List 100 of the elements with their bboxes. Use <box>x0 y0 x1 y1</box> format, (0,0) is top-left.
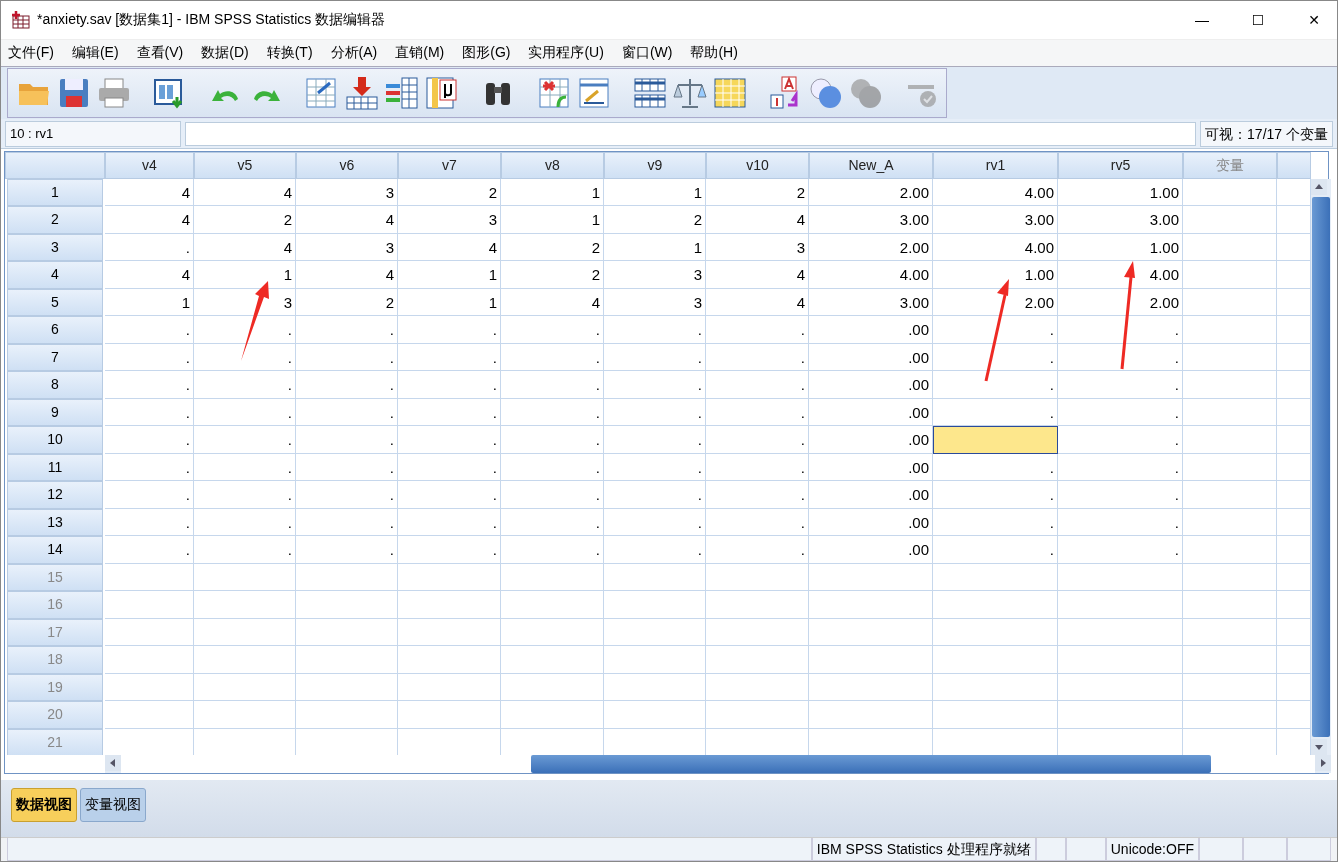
table-cell: . <box>105 426 194 454</box>
table-cell: . <box>1058 316 1183 344</box>
table-cell: . <box>296 426 398 454</box>
row-header[interactable]: 2 <box>7 206 103 234</box>
table-cell: . <box>1058 536 1183 564</box>
cell-value-field[interactable] <box>185 121 1197 146</box>
row-header[interactable]: 11 <box>7 453 103 482</box>
table-cell: 4.00 <box>933 178 1058 207</box>
table-cell: 3 <box>296 178 398 207</box>
menu-item[interactable]: 分析(A) <box>323 44 389 63</box>
menu-item[interactable]: 帮助(H) <box>683 44 749 63</box>
table-cell: 4 <box>706 261 809 289</box>
insert-column-icon[interactable] <box>384 75 420 112</box>
row-header[interactable]: 10 <box>7 426 103 454</box>
row-header[interactable]: 3 <box>7 233 103 262</box>
table-cell: . <box>604 371 706 399</box>
menu-item[interactable]: 窗口(W) <box>614 44 684 63</box>
table-cell: . <box>604 453 706 482</box>
table-cell: . <box>933 453 1058 482</box>
table-cell: . <box>105 536 194 564</box>
app-icon <box>11 10 31 30</box>
table-cell: .00 <box>809 371 933 399</box>
horizontal-scrollbar[interactable] <box>105 754 1331 773</box>
table-cell: . <box>398 343 501 372</box>
row-header[interactable]: 4 <box>7 261 103 289</box>
row-header[interactable]: 12 <box>7 481 103 509</box>
table-cell: . <box>398 453 501 482</box>
table-cell: . <box>501 343 604 372</box>
menu-item[interactable]: 实用程序(U) <box>521 44 615 63</box>
menu-item[interactable]: 转换(T) <box>259 44 324 63</box>
table-cell: 2 <box>194 206 296 234</box>
menu-item[interactable]: 数据(D) <box>194 44 260 63</box>
column-header[interactable]: v9 <box>604 151 706 179</box>
menu-item[interactable]: 直销(M) <box>388 44 456 63</box>
table-cell: . <box>933 481 1058 509</box>
table-cell: . <box>1058 481 1183 509</box>
view-tab[interactable]: 数据视图 <box>11 787 77 822</box>
column-header[interactable]: v6 <box>296 151 398 179</box>
scroll-left-icon[interactable] <box>105 754 121 771</box>
selected-cell[interactable] <box>933 426 1058 454</box>
menu-item[interactable]: 编辑(E) <box>64 44 130 63</box>
scroll-down-icon[interactable] <box>1311 738 1327 755</box>
table-cell: 1 <box>604 178 706 207</box>
table-cell: 2 <box>706 178 809 207</box>
table-cell: . <box>398 508 501 537</box>
menu-item[interactable]: 文件(F) <box>1 44 65 63</box>
column-header[interactable]: v8 <box>501 151 604 179</box>
table-cell: 4 <box>105 261 194 289</box>
table-cell: . <box>1058 371 1183 399</box>
column-header[interactable]: v7 <box>398 151 501 179</box>
table-cell: . <box>706 536 809 564</box>
column-header[interactable]: v4 <box>105 151 194 179</box>
column-header[interactable]: v10 <box>706 151 809 179</box>
row-header[interactable]: 9 <box>7 398 103 427</box>
row-header[interactable]: 14 <box>7 536 103 564</box>
column-header[interactable]: New_A <box>809 151 933 179</box>
row-header[interactable]: 7 <box>7 343 103 372</box>
row-header[interactable]: 5 <box>7 288 103 317</box>
column-header[interactable]: rv1 <box>933 151 1058 179</box>
table-cell: . <box>706 371 809 399</box>
table-cell: 1.00 <box>1058 233 1183 262</box>
view-tab[interactable]: 变量视图 <box>80 787 146 822</box>
vertical-scrollbar[interactable] <box>1311 178 1331 755</box>
menu-item[interactable]: 查看(V) <box>129 44 195 63</box>
table-cell: 4 <box>194 178 296 207</box>
table-cell: 2.00 <box>809 233 933 262</box>
table-cell: . <box>604 536 706 564</box>
table-cell: 1 <box>604 233 706 262</box>
table-cell: .00 <box>809 481 933 509</box>
row-header[interactable]: 8 <box>7 371 103 399</box>
row-header[interactable]: 1 <box>7 178 103 207</box>
table-cell: 3 <box>706 233 809 262</box>
table-cell: 2 <box>296 288 398 317</box>
row-header[interactable]: 13 <box>7 508 103 537</box>
table-cell: . <box>105 343 194 372</box>
column-header[interactable]: rv5 <box>1058 151 1183 179</box>
status-text: Unicode:OFF <box>1105 838 1199 861</box>
row-header[interactable]: 6 <box>7 316 103 344</box>
table-cell: . <box>296 316 398 344</box>
table-cell: . <box>398 398 501 427</box>
table-cell: 3.00 <box>1058 206 1183 234</box>
table-cell: . <box>706 481 809 509</box>
table-cell: .00 <box>809 316 933 344</box>
insert-row-icon[interactable] <box>344 75 380 112</box>
menu-item[interactable]: 图形(G) <box>455 44 522 63</box>
table-cell: . <box>398 481 501 509</box>
scroll-up-icon[interactable] <box>1311 178 1327 195</box>
table-cell: . <box>1058 398 1183 427</box>
table-cell: . <box>604 343 706 372</box>
table-cell: 1 <box>398 261 501 289</box>
table-cell: 4 <box>194 233 296 262</box>
table-cell: 3.00 <box>809 206 933 234</box>
table-cell: 4 <box>105 206 194 234</box>
column-header[interactable]: v5 <box>194 151 296 179</box>
mu-table-icon[interactable] <box>424 75 460 112</box>
table-cell: . <box>933 343 1058 372</box>
table-cell: 2 <box>501 261 604 289</box>
table-cell: . <box>933 316 1058 344</box>
table-cell: . <box>933 536 1058 564</box>
table-cell: 3 <box>604 261 706 289</box>
